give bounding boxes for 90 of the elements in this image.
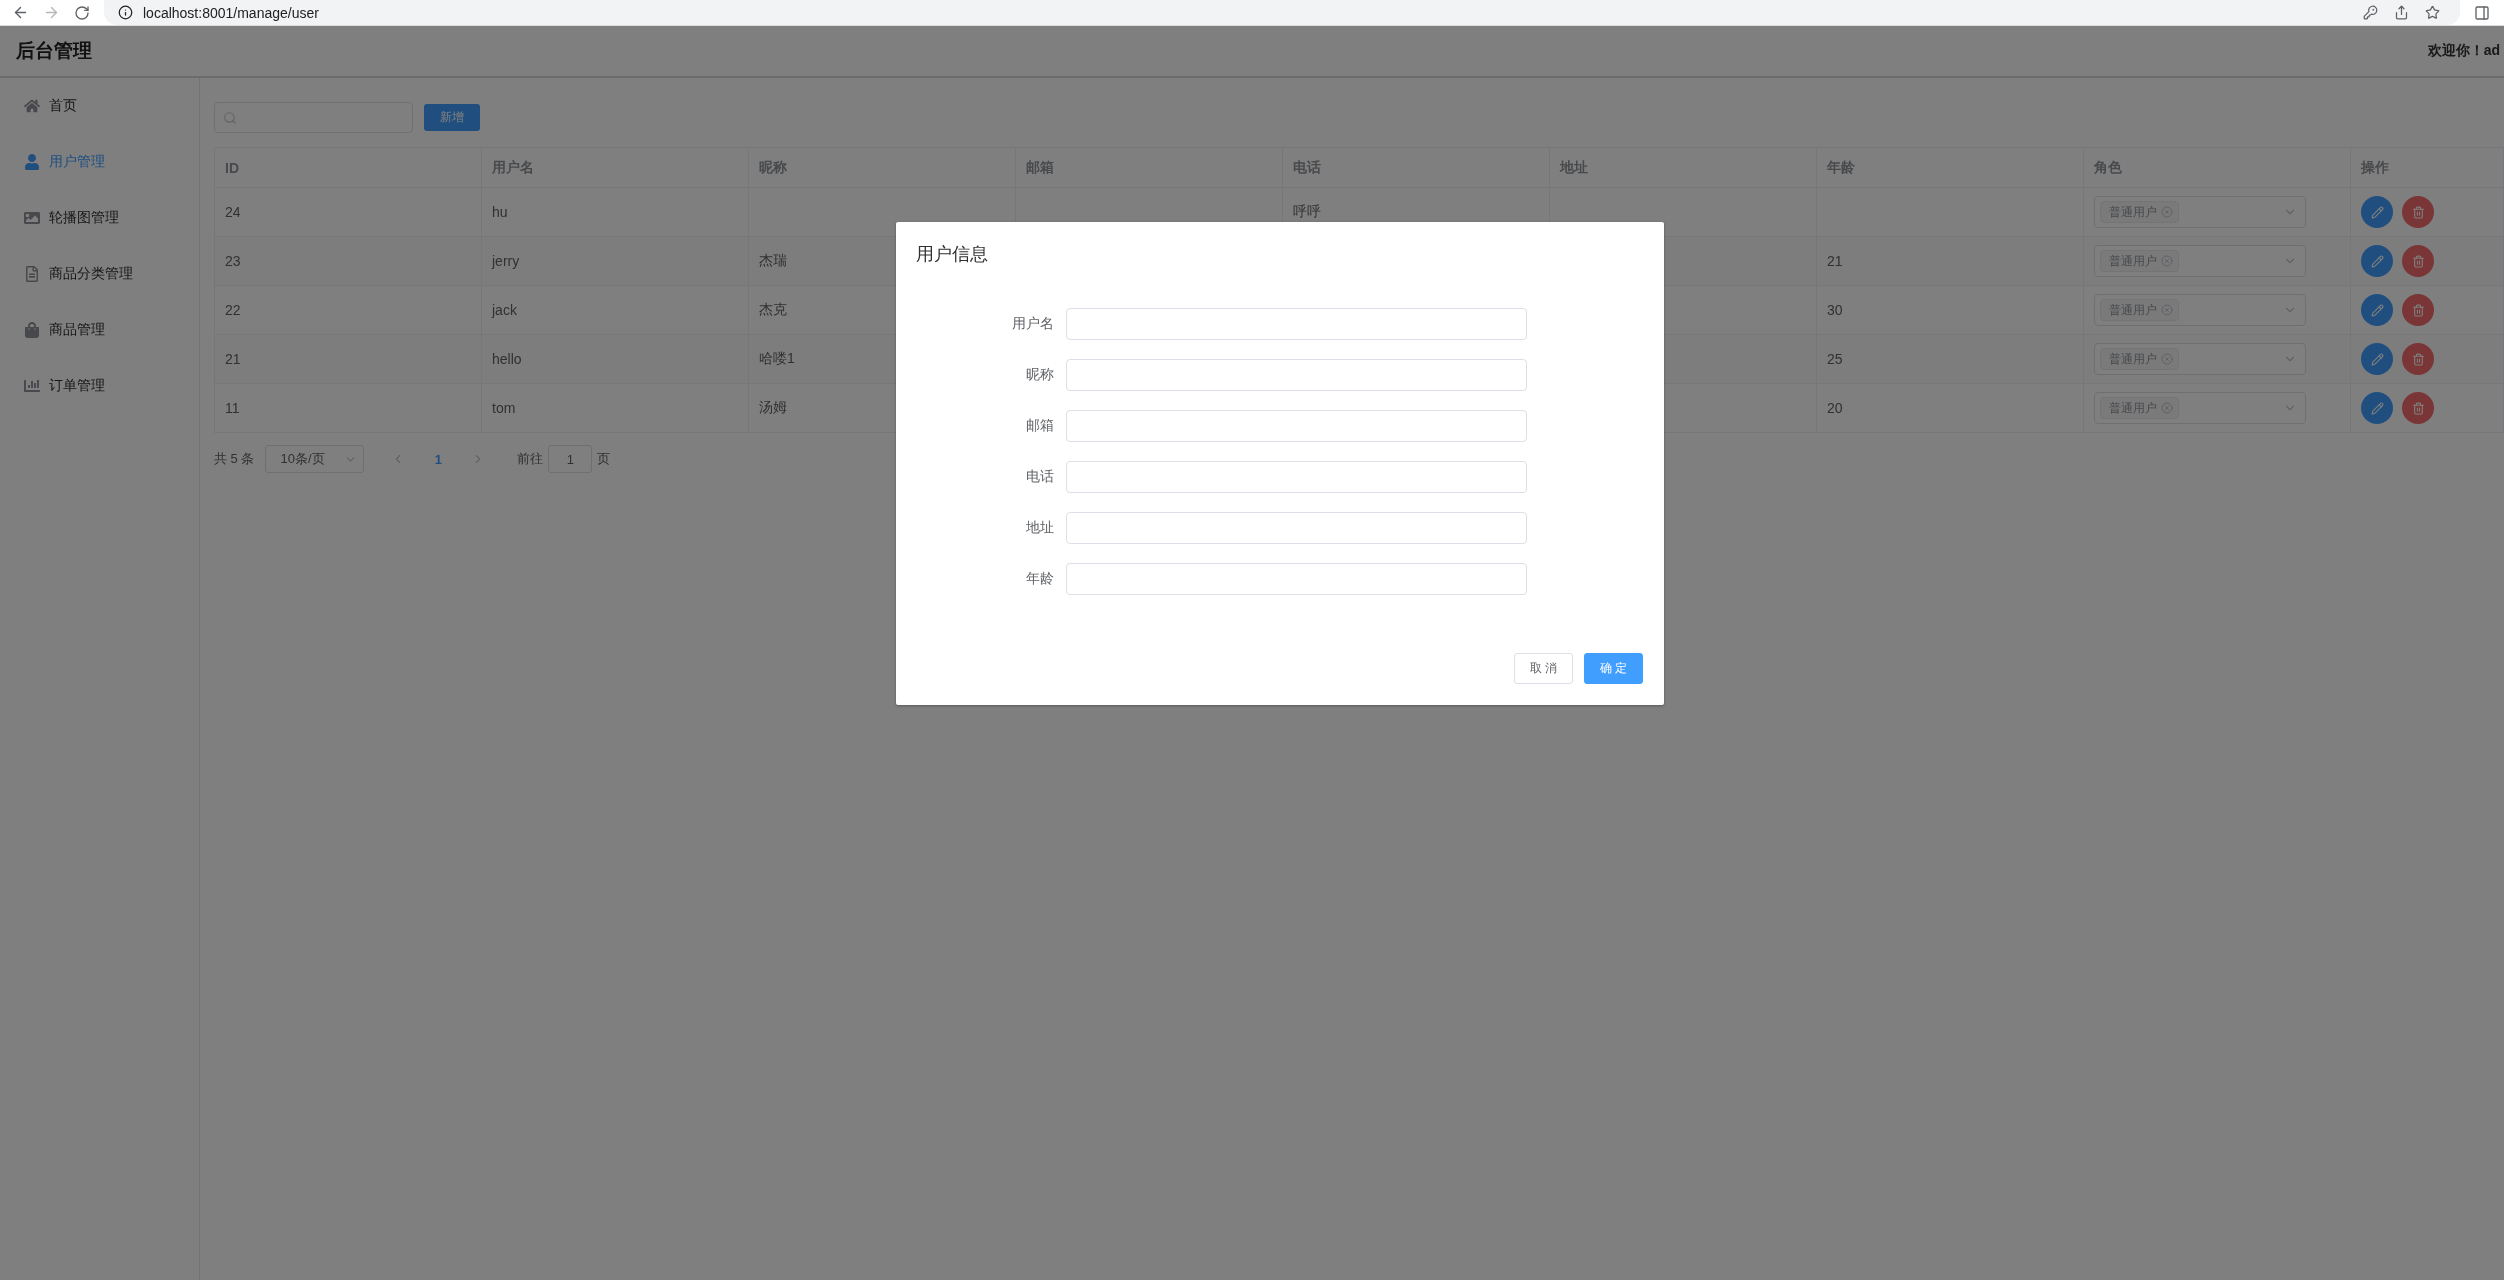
table-cell: 21	[1827, 253, 1843, 269]
search-icon	[223, 110, 237, 125]
trash-icon	[2411, 303, 2425, 317]
tag-close-icon[interactable]	[2161, 353, 2173, 365]
field-label: 邮箱	[1026, 417, 1054, 435]
trash-icon	[2411, 401, 2425, 415]
menu-item[interactable]: 商品管理	[0, 302, 199, 358]
trash-icon	[2411, 205, 2425, 219]
table-cell: 22	[225, 302, 241, 318]
home-icon	[24, 98, 40, 114]
table-cell: hu	[492, 204, 508, 220]
table-cell: 杰瑞	[759, 252, 787, 270]
image-icon	[24, 210, 40, 226]
dialog-title: 用户信息	[916, 243, 988, 266]
menu-item[interactable]: 轮播图管理	[0, 190, 199, 246]
share-icon[interactable]	[2394, 5, 2409, 20]
cancel-button[interactable]: 取 消	[1514, 653, 1573, 684]
reload-icon[interactable]	[74, 4, 90, 21]
table-cell: 汤姆	[759, 399, 787, 417]
menu-item[interactable]: 首页	[0, 78, 199, 134]
bar-chart-icon	[24, 378, 40, 394]
tag-close-icon[interactable]	[2161, 304, 2173, 316]
field-label: 年龄	[1026, 570, 1054, 588]
table-cell: jack	[492, 302, 517, 318]
star-icon[interactable]	[2425, 5, 2440, 20]
delete-button[interactable]	[2402, 294, 2434, 326]
table-cell: 杰克	[759, 301, 787, 319]
field-label: 电话	[1026, 468, 1054, 486]
tag-close-icon[interactable]	[2161, 206, 2173, 218]
user-icon	[24, 154, 40, 170]
forward-arrow-icon[interactable]	[43, 4, 60, 21]
table-cell: 25	[1827, 351, 1843, 367]
edit-button[interactable]	[2361, 343, 2393, 375]
menu-item[interactable]: 商品分类管理	[0, 246, 199, 302]
bag-icon	[24, 322, 40, 338]
address-bar[interactable]: localhost:8001/manage/user	[104, 0, 2460, 25]
edit-button[interactable]	[2361, 294, 2393, 326]
edit-button[interactable]	[2361, 196, 2393, 228]
table-cell: jerry	[492, 253, 520, 269]
input-field[interactable]	[1066, 563, 1527, 595]
info-icon[interactable]	[118, 5, 133, 20]
add-button[interactable]: 新增	[424, 104, 480, 131]
input-field[interactable]	[1066, 308, 1527, 340]
welcome-text: 欢迎你！ad	[2427, 42, 2500, 60]
pencil-icon	[2370, 303, 2384, 317]
input-field[interactable]	[1066, 461, 1527, 493]
trash-icon	[2411, 352, 2425, 366]
menu-item[interactable]: 订单管理	[0, 358, 199, 414]
table-cell: 11	[225, 400, 240, 416]
pencil-icon	[2370, 352, 2384, 366]
table-cell: hello	[492, 351, 522, 367]
app-title: 后台管理	[16, 39, 92, 63]
table-cell: tom	[492, 400, 516, 416]
field-label: 昵称	[1026, 366, 1054, 384]
key-icon[interactable]	[2363, 5, 2378, 20]
menu-item[interactable]: 用户管理	[0, 134, 199, 190]
total-count: 共 5 条	[214, 450, 255, 468]
input-field[interactable]	[1066, 359, 1527, 391]
confirm-button[interactable]: 确 定	[1584, 653, 1643, 684]
delete-button[interactable]	[2402, 245, 2434, 277]
edit-button[interactable]	[2361, 392, 2393, 424]
tag-close-icon[interactable]	[2161, 402, 2173, 414]
table-cell: 哈喽1	[759, 350, 795, 368]
delete-button[interactable]	[2402, 392, 2434, 424]
input-field[interactable]	[1066, 410, 1527, 442]
edit-button[interactable]	[2361, 245, 2393, 277]
jump-label: 前往	[517, 450, 544, 468]
tag-close-icon[interactable]	[2161, 255, 2173, 267]
table-cell: 24	[225, 204, 241, 220]
table-cell: 20	[1827, 400, 1843, 416]
table-cell: 23	[225, 253, 241, 269]
search-field[interactable]	[214, 102, 413, 133]
document-icon	[24, 266, 40, 282]
field-label: 用户名	[1012, 315, 1054, 333]
delete-button[interactable]	[2402, 343, 2434, 375]
pencil-icon	[2370, 401, 2384, 415]
pencil-icon	[2370, 205, 2384, 219]
table-cell: 30	[1827, 302, 1843, 318]
page-size-select[interactable]: 10条/页	[265, 445, 365, 473]
side-panel-icon[interactable]	[2474, 4, 2490, 21]
pencil-icon	[2370, 254, 2384, 268]
field-label: 地址	[1026, 519, 1054, 537]
page-button[interactable]: 1	[423, 445, 454, 473]
trash-icon	[2411, 254, 2425, 268]
table-cell: 呼呼	[1293, 203, 1321, 221]
jump-suffix: 页	[597, 450, 611, 468]
input-field[interactable]	[1066, 512, 1527, 544]
delete-button[interactable]	[2402, 196, 2434, 228]
page-jump-input[interactable]: 1	[548, 445, 593, 473]
table-cell: 21	[225, 351, 241, 367]
